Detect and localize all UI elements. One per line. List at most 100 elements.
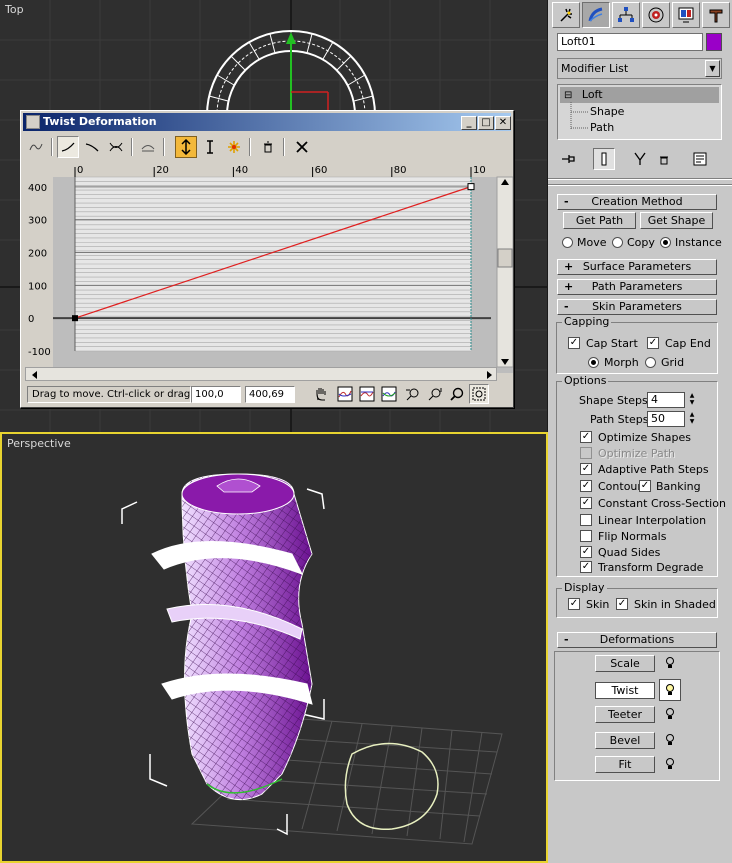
modifier-list-dropdown[interactable]: Modifier List ▼ [557, 58, 722, 79]
zoom-icon[interactable] [447, 384, 467, 404]
scroll-left-icon [32, 371, 37, 379]
stack-item-loft[interactable]: ⊟ Loft [560, 87, 719, 103]
delete-control-point-icon[interactable] [257, 136, 279, 158]
scale-lightbulb-icon[interactable] [663, 656, 677, 670]
teeter-lightbulb-icon[interactable] [663, 707, 677, 721]
display-tab-icon[interactable] [672, 2, 700, 28]
x-value-field[interactable]: 100,0 [191, 386, 241, 403]
display-y-axis-icon[interactable] [81, 136, 103, 158]
make-unique-icon[interactable] [629, 148, 651, 170]
maximize-button[interactable]: □ [478, 116, 494, 130]
minimize-button[interactable]: _ [461, 116, 477, 130]
fit-deformation-button[interactable]: Fit [595, 756, 655, 773]
perspective-viewport[interactable]: Perspective [0, 432, 548, 863]
reset-curve-icon[interactable] [291, 136, 313, 158]
deformation-graph[interactable]: 0 20 40 60 80 10 400 300 200 100 0 -100 [25, 161, 514, 373]
scroll-right-icon [487, 371, 492, 379]
transform-degrade-checkbox[interactable]: ✓ [580, 561, 592, 573]
morph-label: Morph [604, 356, 639, 369]
swap-curves-icon[interactable] [137, 136, 159, 158]
linear-interpolation-checkbox[interactable] [580, 514, 592, 526]
contour-checkbox[interactable]: ✓ [580, 480, 592, 492]
twist-deformation-dialog[interactable]: Twist Deformation _ □ ✕ 0 20 40 60 80 10… [20, 110, 514, 408]
twist-dialog-titlebar[interactable]: Twist Deformation _ □ ✕ [23, 113, 511, 131]
stack-item-path[interactable]: Path [590, 120, 614, 136]
constant-cross-section-checkbox[interactable]: ✓ [580, 497, 592, 509]
flip-normals-checkbox[interactable] [580, 530, 592, 542]
get-path-button[interactable]: Get Path [563, 212, 636, 229]
cap-end-checkbox[interactable]: ✓ [647, 337, 659, 349]
creation-method-rollout-header[interactable]: - Creation Method [557, 194, 717, 210]
fit-lightbulb-icon[interactable] [663, 757, 677, 771]
copy-radio[interactable] [612, 237, 623, 248]
get-shape-button[interactable]: Get Shape [640, 212, 713, 229]
optimize-path-checkbox[interactable] [580, 447, 592, 459]
twist-deformation-button[interactable]: Twist [595, 682, 655, 699]
stack-item-shape[interactable]: Shape [590, 104, 624, 120]
zoom-horizontal-icon[interactable] [403, 384, 423, 404]
shape-steps-input[interactable]: 4 [647, 392, 685, 408]
skin-parameters-rollout-header[interactable]: - Skin Parameters [557, 299, 717, 315]
motion-tab-icon[interactable] [642, 2, 670, 28]
chevron-down-icon[interactable]: ▼ [705, 60, 720, 77]
scale-deformation-button[interactable]: Scale [595, 655, 655, 672]
zoom-vertical-extents-icon[interactable] [379, 384, 399, 404]
make-symmetrical-icon[interactable] [25, 136, 47, 158]
collapse-icon[interactable]: ⊟ [564, 90, 572, 101]
path-steps-spinner[interactable]: ▲ ▼ [687, 411, 697, 427]
modifier-stack[interactable]: ⊟ Loft Shape Path [557, 84, 722, 140]
skin-in-shaded-checkbox[interactable]: ✓ [616, 598, 628, 610]
quad-sides-checkbox[interactable]: ✓ [580, 546, 592, 558]
twist-lightbulb-icon[interactable] [659, 679, 681, 701]
grid-radio[interactable] [645, 357, 656, 368]
copy-label: Copy [627, 236, 655, 249]
zoom-vertical-icon[interactable] [425, 384, 445, 404]
graph-horizontal-scrollbar[interactable] [25, 367, 497, 381]
bevel-lightbulb-icon[interactable] [663, 733, 677, 747]
cap-end-label: Cap End [665, 337, 711, 350]
configure-modifier-sets-icon[interactable] [689, 148, 711, 170]
optimize-shapes-label: Optimize Shapes [598, 431, 691, 444]
pin-stack-icon[interactable] [557, 148, 579, 170]
pan-icon[interactable] [311, 384, 331, 404]
remove-modifier-icon[interactable] [653, 148, 675, 170]
skin-checkbox[interactable]: ✓ [568, 598, 580, 610]
bevel-deformation-button[interactable]: Bevel [595, 732, 655, 749]
twist-curve-graph[interactable]: 0 20 40 60 80 10 400 300 200 100 0 -100 [25, 161, 514, 373]
cap-start-label: Cap Start [586, 337, 638, 350]
display-xy-axes-icon[interactable] [105, 136, 127, 158]
object-color-swatch[interactable] [706, 33, 722, 51]
close-button[interactable]: ✕ [495, 116, 511, 130]
optimize-shapes-checkbox[interactable]: ✓ [580, 431, 592, 443]
scale-control-point-icon[interactable] [199, 136, 221, 158]
path-steps-input[interactable]: 50 [647, 411, 685, 427]
path-parameters-rollout-header[interactable]: + Path Parameters [557, 279, 717, 295]
y-value-field[interactable]: 400,69 [245, 386, 295, 403]
top-viewport-label[interactable]: Top [5, 3, 24, 16]
show-end-result-icon[interactable] [593, 148, 615, 170]
cap-start-checkbox[interactable]: ✓ [568, 337, 580, 349]
zoom-horizontal-extents-icon[interactable] [357, 384, 377, 404]
utilities-tab-icon[interactable] [702, 2, 730, 28]
modify-tab-icon[interactable] [582, 2, 610, 28]
morph-radio[interactable] [588, 357, 599, 368]
adaptive-path-steps-checkbox[interactable]: ✓ [580, 463, 592, 475]
perspective-viewport-label[interactable]: Perspective [7, 437, 71, 450]
zoom-region-icon[interactable] [469, 384, 489, 404]
create-tab-icon[interactable] [552, 2, 580, 28]
zoom-extents-icon[interactable] [335, 384, 355, 404]
adaptive-path-steps-label: Adaptive Path Steps [598, 463, 709, 476]
banking-checkbox[interactable]: ✓ [639, 480, 651, 492]
surface-parameters-rollout-header[interactable]: + Surface Parameters [557, 259, 717, 275]
display-x-axis-icon[interactable] [57, 136, 79, 158]
object-name-field[interactable]: Loft01 [557, 33, 703, 51]
move-radio[interactable] [562, 237, 573, 248]
instance-radio[interactable] [660, 237, 671, 248]
teeter-deformation-button[interactable]: Teeter [595, 706, 655, 723]
deformations-rollout-header[interactable]: - Deformations [557, 632, 717, 648]
hierarchy-tab-icon[interactable] [612, 2, 640, 28]
insert-corner-point-icon[interactable] [223, 136, 245, 158]
grid-label: Grid [661, 356, 685, 369]
move-control-point-icon[interactable] [175, 136, 197, 158]
shape-steps-spinner[interactable]: ▲ ▼ [687, 392, 697, 408]
